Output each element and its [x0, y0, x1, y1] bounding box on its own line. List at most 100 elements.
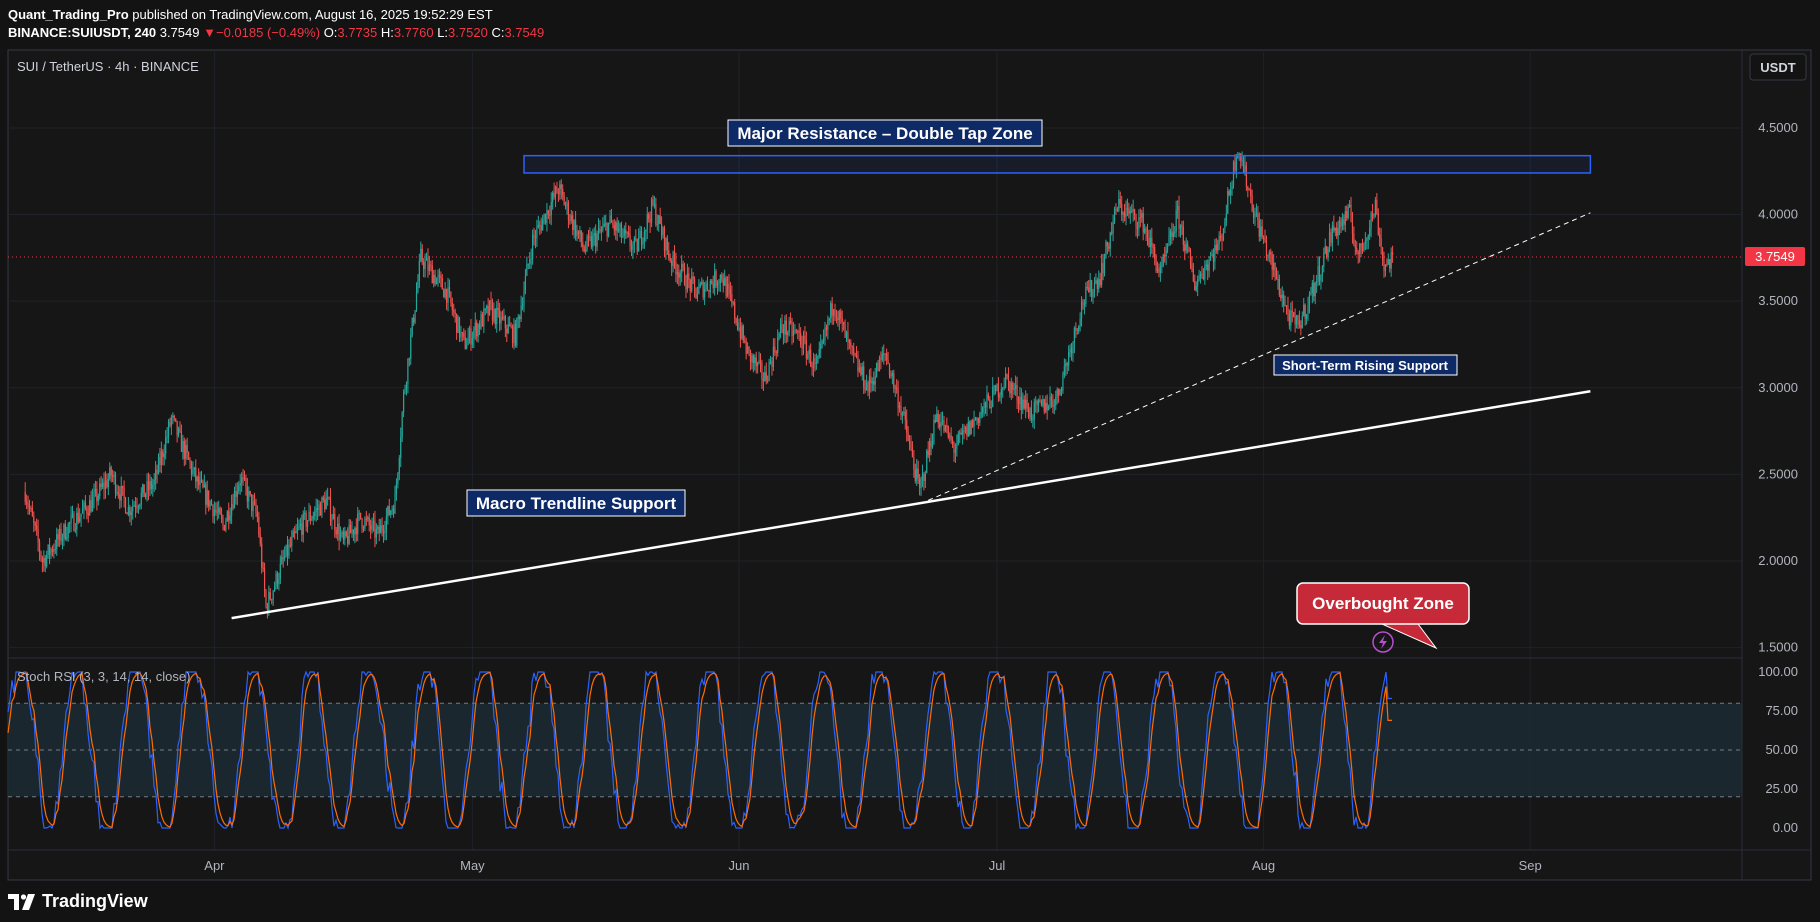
candle-body: [1185, 243, 1187, 251]
candle-body: [1221, 237, 1223, 241]
stoch-rsi-title[interactable]: Stoch RSI (3, 3, 14, 14, close): [17, 669, 190, 684]
chart-canvas[interactable]: 4.5000 4.0000 3.5000 3.0000 2.5000 2.0000 1.50…: [0, 0, 1820, 922]
candle-body: [692, 276, 694, 279]
candle-body: [155, 469, 157, 480]
candle-body: [931, 443, 934, 447]
candle-body: [466, 344, 468, 349]
candle-body: [785, 320, 787, 335]
candle-body: [1152, 246, 1154, 248]
candle-body: [1366, 238, 1368, 241]
candle-body: [1285, 305, 1288, 307]
candle-body: [1311, 282, 1313, 294]
candle-body: [655, 203, 657, 225]
candle-body: [721, 274, 723, 280]
candle-body: [285, 544, 287, 557]
candle-body: [646, 214, 648, 230]
candle-body: [693, 278, 696, 288]
candle-body: [1126, 208, 1129, 210]
candle-body: [1146, 230, 1149, 239]
candle-body: [354, 527, 356, 535]
candle-body: [570, 215, 572, 221]
candle-body: [1215, 244, 1217, 251]
candle-body: [1101, 263, 1103, 285]
candle-body: [908, 441, 911, 444]
candle-body: [999, 394, 1001, 398]
candle-body: [288, 544, 290, 557]
candle-body: [989, 399, 991, 408]
candle-body: [873, 381, 875, 385]
candle-body: [220, 514, 223, 519]
candle-body: [527, 263, 529, 265]
candle-body: [1361, 246, 1364, 251]
candle-body: [1195, 285, 1197, 291]
candle-body: [1023, 399, 1025, 409]
candle-body: [1026, 399, 1028, 410]
candle-body: [855, 355, 858, 358]
candle-body: [239, 482, 241, 486]
candle-body: [616, 222, 618, 232]
candle-body: [562, 189, 564, 196]
candle-body: [897, 389, 899, 409]
candle-body: [822, 338, 825, 341]
candle-body: [782, 329, 785, 335]
candle-body: [583, 246, 585, 252]
candle-body: [243, 477, 246, 479]
candle-body: [1250, 189, 1252, 196]
candle-body: [524, 275, 527, 291]
candle-body: [623, 229, 625, 236]
candle-body: [795, 330, 797, 332]
candle-body: [612, 222, 614, 225]
candle-body: [106, 480, 108, 488]
candle-body: [917, 468, 919, 479]
candle-body: [169, 421, 171, 426]
candle-body: [372, 520, 375, 522]
candle-body: [1012, 383, 1014, 390]
candle-body: [1138, 217, 1140, 230]
candle-body: [834, 309, 836, 316]
candle-body: [219, 508, 221, 515]
candle-body: [1298, 320, 1301, 326]
candle-body: [1098, 279, 1100, 289]
candle-body: [83, 502, 85, 510]
candle-body: [1381, 247, 1384, 260]
candle-body: [245, 478, 247, 487]
candle-body: [734, 302, 736, 319]
candle-body: [1029, 407, 1031, 418]
candle-body: [983, 402, 985, 408]
candle-body: [1274, 262, 1276, 277]
candle-body: [347, 536, 349, 544]
candle-body: [1158, 268, 1160, 273]
candle-body: [1320, 275, 1322, 282]
candle-body: [1307, 304, 1309, 315]
candle-body: [1304, 304, 1306, 319]
candle-body: [513, 324, 515, 343]
candle-body: [401, 412, 403, 438]
candle-body: [209, 501, 211, 507]
candle-body: [1201, 273, 1203, 278]
candle-body: [566, 202, 568, 206]
candle-body: [540, 225, 542, 231]
candle-body: [673, 251, 676, 263]
candle-body: [338, 523, 340, 540]
candle-body: [215, 509, 217, 512]
candle-body: [580, 230, 582, 243]
candle-body: [229, 515, 231, 521]
candle-body: [986, 394, 988, 408]
candle-body: [729, 289, 731, 295]
candle-body: [914, 469, 916, 481]
candle-body: [1389, 259, 1391, 269]
candle-body: [520, 305, 522, 320]
candle-body: [149, 481, 151, 491]
candle-body: [428, 264, 430, 271]
candle-body: [755, 357, 757, 367]
candle-body: [777, 337, 779, 354]
tradingview-logo[interactable]: TradingView: [8, 891, 148, 912]
candle-body: [867, 382, 869, 392]
candle-body: [771, 361, 773, 368]
candle-body: [698, 286, 700, 294]
candle-body: [964, 426, 967, 432]
candle-body: [1291, 310, 1293, 313]
candle-body: [910, 443, 912, 449]
candle-body: [232, 504, 234, 509]
candle-body: [28, 506, 31, 509]
